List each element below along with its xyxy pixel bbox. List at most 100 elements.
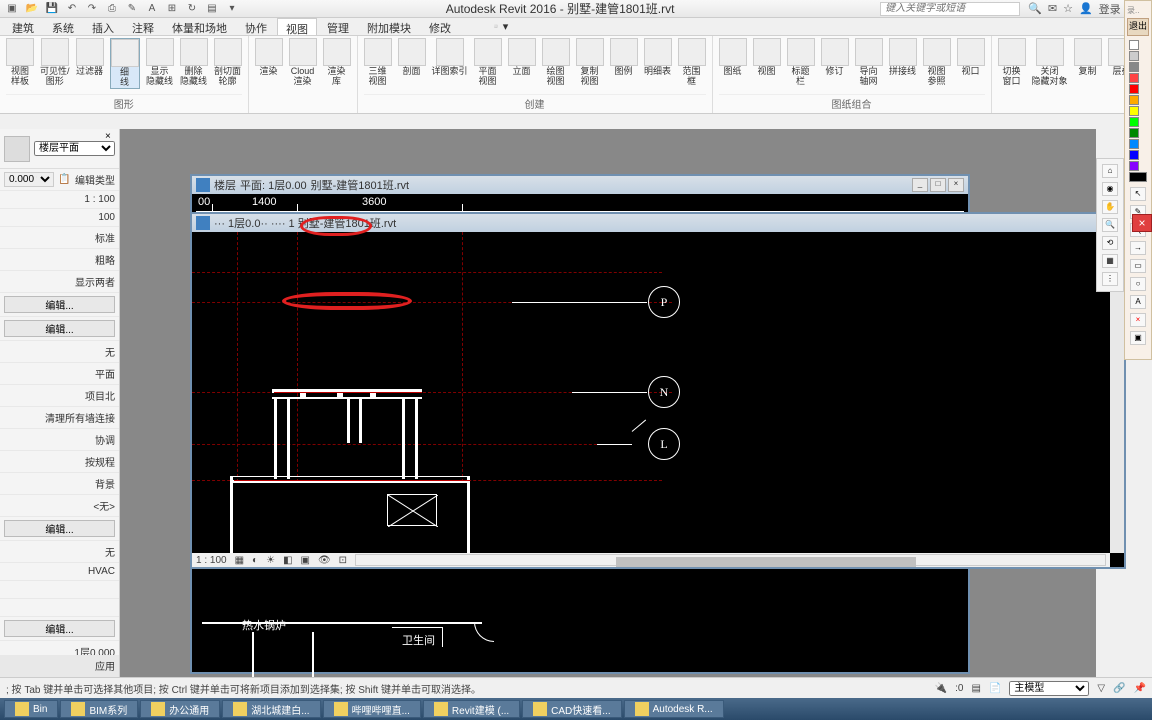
ribbon-button[interactable]: 视图 样板: [6, 38, 34, 87]
ribbon-button[interactable]: 视图 参照: [923, 38, 951, 87]
tab-modify[interactable]: 修改: [421, 18, 459, 35]
ribbon-button[interactable]: 明细表: [644, 38, 672, 77]
tool-cursor[interactable]: ↖: [1130, 187, 1146, 201]
workset-select[interactable]: 主模型: [1009, 681, 1089, 696]
comm-icon[interactable]: ✉: [1048, 2, 1057, 15]
view-window-1-titlebar[interactable]: 楼层 平面: 1层0.00 别墅-建管1801班.rvt _ □ ×: [192, 176, 968, 194]
app-menu-icon[interactable]: ▣: [4, 2, 20, 16]
panel-close-button[interactable]: ×: [1132, 214, 1152, 232]
tab-arch[interactable]: 建筑: [4, 18, 42, 35]
swatch-yellow[interactable]: [1129, 106, 1139, 116]
family-type-select[interactable]: 楼层平面: [34, 141, 115, 156]
redo-icon[interactable]: ↷: [84, 2, 100, 16]
grid-bubble-l[interactable]: L: [648, 428, 680, 460]
swatch-white[interactable]: [1129, 40, 1139, 50]
ribbon-button[interactable]: 修订: [821, 38, 849, 77]
sync-icon[interactable]: ↻: [184, 2, 200, 16]
property-value[interactable]: 背景: [4, 476, 115, 491]
scrollbar-horizontal[interactable]: [616, 557, 916, 567]
ribbon-button[interactable]: 剖面: [398, 38, 426, 77]
ribbon-button[interactable]: 复制: [1074, 38, 1102, 77]
swatch-red2[interactable]: [1129, 84, 1139, 94]
grid-bubble-n[interactable]: N: [648, 376, 680, 408]
tab-massing[interactable]: 体量和场地: [164, 18, 235, 35]
ribbon-button[interactable]: Cloud 渲染: [289, 38, 317, 87]
fav-icon[interactable]: ☆: [1063, 2, 1073, 15]
ribbon-button[interactable]: 剖切面 轮廓: [214, 38, 242, 87]
property-value[interactable]: <无>: [4, 498, 115, 513]
taskbar-item[interactable]: Revit建模 (...: [423, 700, 520, 718]
property-value[interactable]: 平面: [4, 366, 115, 381]
align-icon[interactable]: ⊞: [164, 2, 180, 16]
ribbon-button[interactable]: 切换 窗口: [998, 38, 1026, 87]
login-link[interactable]: 登录: [1099, 1, 1121, 17]
swatch-purple[interactable]: [1129, 161, 1139, 171]
detail-icon[interactable]: ▦: [235, 555, 244, 566]
taskbar-item[interactable]: BIM系列: [60, 700, 138, 718]
save-icon[interactable]: 💾: [44, 2, 60, 16]
nav-zoom-icon[interactable]: 🔍: [1102, 218, 1118, 232]
swatch-red[interactable]: [1129, 73, 1139, 83]
view-scale[interactable]: 1 : 100: [196, 555, 227, 566]
property-edit-button[interactable]: 编辑...: [4, 296, 115, 313]
nav-pan-icon[interactable]: ✋: [1102, 200, 1118, 214]
property-value[interactable]: 1 : 100: [4, 194, 115, 205]
exit-button[interactable]: 退出: [1127, 18, 1149, 36]
grid-bubble-p[interactable]: P: [648, 286, 680, 318]
tool-ellipse[interactable]: ○: [1130, 277, 1146, 291]
search-icon[interactable]: 🔍: [1028, 2, 1042, 15]
property-value[interactable]: 无: [4, 344, 115, 359]
taskbar-item[interactable]: 办公通用: [140, 700, 220, 718]
ribbon-button[interactable]: 删除 隐藏线: [180, 38, 208, 87]
ribbon-button[interactable]: 显示 隐藏线: [146, 38, 174, 87]
ribbon-button[interactable]: 详图索引: [432, 38, 468, 77]
ribbon-button[interactable]: 平面 视图: [474, 38, 502, 87]
swatch-dblue[interactable]: [1129, 150, 1139, 160]
property-value[interactable]: 清理所有墙连接: [4, 410, 115, 425]
more-icon[interactable]: ▾: [224, 2, 240, 16]
property-edit-button[interactable]: 编辑...: [4, 520, 115, 537]
nav-orbit-icon[interactable]: ⟲: [1102, 236, 1118, 250]
open-icon[interactable]: 📂: [24, 2, 40, 16]
tab-annotate[interactable]: 注释: [124, 18, 162, 35]
ribbon-button[interactable]: 绘图 视图: [542, 38, 570, 87]
ribbon-button[interactable]: 渲染 库: [323, 38, 351, 87]
ribbon-button[interactable]: 图例: [610, 38, 638, 77]
user-icon[interactable]: 👤: [1079, 2, 1093, 15]
ribbon-button[interactable]: 图纸: [719, 38, 747, 77]
swatch-blue[interactable]: [1129, 139, 1139, 149]
ribbon-button[interactable]: 立面: [508, 38, 536, 77]
apply-button[interactable]: 应用: [4, 658, 115, 673]
ribbon-button[interactable]: 导向 轴网: [855, 38, 883, 87]
status-sheet-icon[interactable]: 📄: [989, 683, 1001, 694]
edit-type-button[interactable]: 编辑类型: [70, 172, 115, 187]
taskbar-item[interactable]: Bin: [4, 700, 58, 718]
close-icon[interactable]: ×: [948, 178, 964, 192]
tab-insert[interactable]: 插入: [84, 18, 122, 35]
sun-icon[interactable]: ☀: [266, 555, 275, 566]
status-plug-icon[interactable]: 🔌: [935, 683, 947, 694]
tab-extra-icon[interactable]: ▫️▾: [481, 18, 516, 35]
taskbar-item[interactable]: 哔哩哔哩直...: [323, 700, 421, 718]
ribbon-button[interactable]: 标题 栏: [787, 38, 815, 87]
property-edit-button[interactable]: 编辑...: [4, 320, 115, 337]
ribbon-button[interactable]: 视图: [753, 38, 781, 77]
property-value[interactable]: 项目北: [4, 388, 115, 403]
property-value[interactable]: 协调: [4, 432, 115, 447]
undo-icon[interactable]: ↶: [64, 2, 80, 16]
tool-arrow[interactable]: →: [1130, 241, 1146, 255]
tool-del[interactable]: ×: [1130, 313, 1146, 327]
ribbon-button[interactable]: 视口: [957, 38, 985, 77]
property-value[interactable]: 100: [4, 212, 115, 223]
max-icon[interactable]: □: [930, 178, 946, 192]
print-icon[interactable]: ⎙: [104, 2, 120, 16]
sel-filter-icon[interactable]: ▽: [1097, 683, 1105, 694]
taskbar-item[interactable]: Autodesk R...: [624, 700, 724, 718]
ribbon-button[interactable]: 拼接线: [889, 38, 917, 77]
tool-rect[interactable]: ▭: [1130, 259, 1146, 273]
ribbon-button[interactable]: 范围 框: [678, 38, 706, 87]
min-icon[interactable]: _: [912, 178, 928, 192]
swatch-black[interactable]: [1129, 172, 1147, 182]
ribbon-button[interactable]: 过滤器: [76, 38, 104, 77]
hide-icon[interactable]: 👁: [318, 555, 331, 566]
